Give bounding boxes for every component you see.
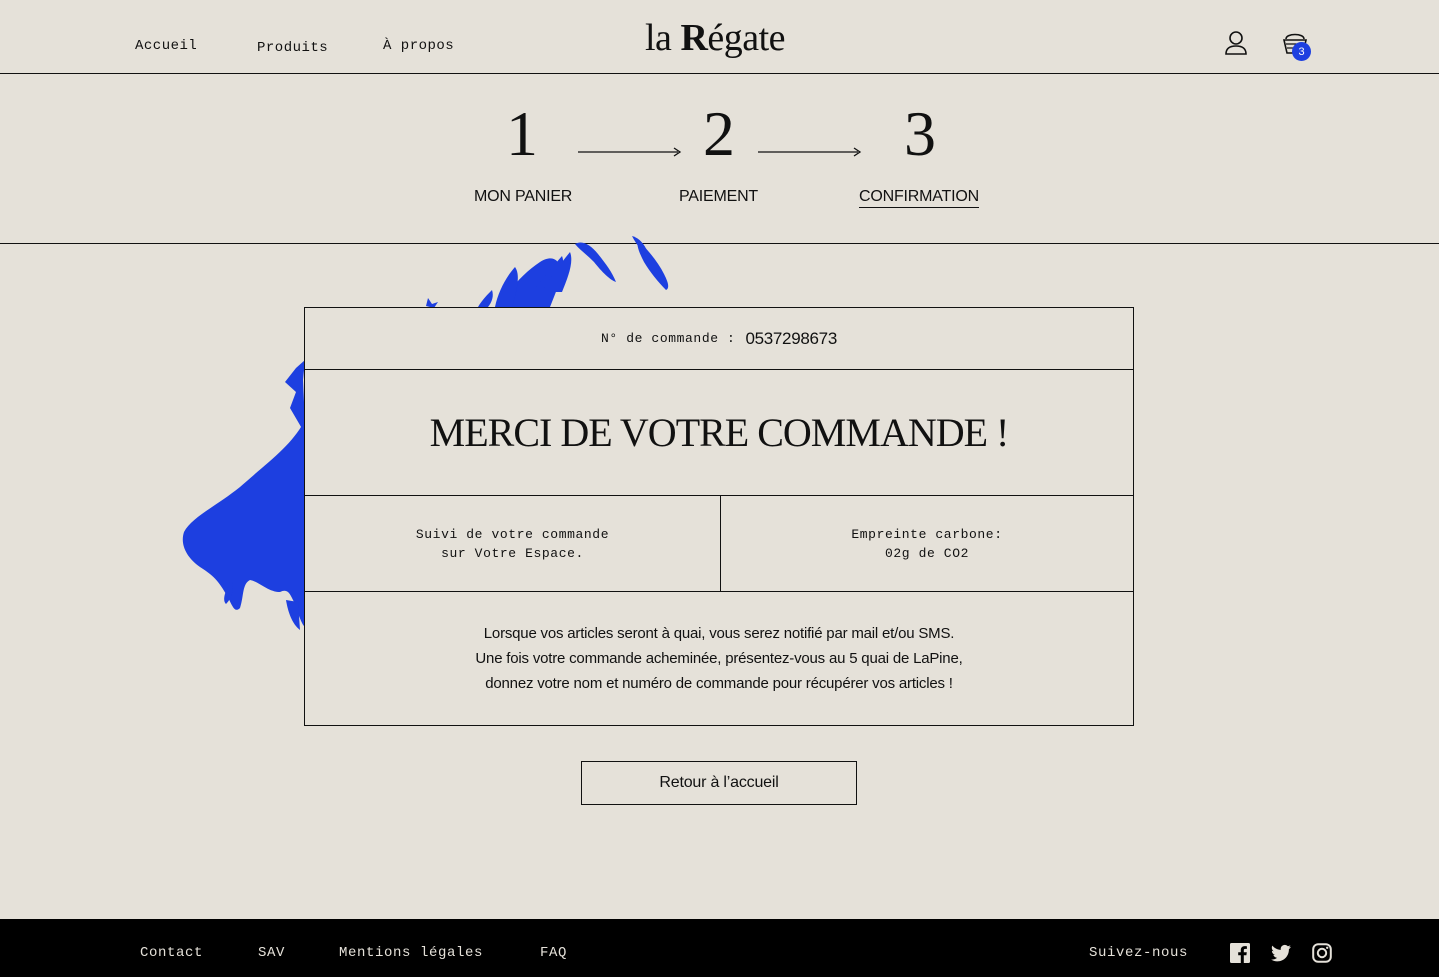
- logo-prefix: la: [645, 17, 681, 59]
- order-tracking-info: Suivi de votre commande sur Votre Espace…: [305, 496, 721, 591]
- facebook-icon[interactable]: [1230, 943, 1250, 963]
- pickup-message-line: Une fois votre commande acheminée, prése…: [475, 650, 963, 667]
- step-3-number: 3: [904, 98, 936, 169]
- step-1-label[interactable]: MON PANIER: [474, 188, 572, 206]
- logo-suffix: égate: [707, 17, 786, 59]
- instagram-icon[interactable]: [1312, 943, 1332, 963]
- back-to-home-button[interactable]: Retour à l’accueil: [581, 761, 857, 805]
- carbon-footprint-info: Empreinte carbone: 02g de CO2: [851, 526, 1003, 561]
- pickup-message-line: Lorsque vos articles seront à quai, vous…: [483, 625, 955, 642]
- order-number-label: N° de commande :: [601, 331, 736, 346]
- site-logo[interactable]: la Régate: [645, 16, 786, 60]
- order-number-row: N° de commande : 0537298673: [305, 308, 1133, 370]
- order-info-row: Suivi de votre commande sur Votre Espace…: [305, 496, 1133, 592]
- arrow-right-icon: [578, 147, 682, 157]
- follow-us-label: Suivez-nous: [1089, 945, 1189, 961]
- footer-link-mentions-legales[interactable]: Mentions légales: [339, 945, 483, 961]
- cart-count-badge: 3: [1292, 42, 1311, 61]
- footer-link-sav[interactable]: SAV: [258, 945, 285, 961]
- step-2-number: 2: [703, 98, 735, 169]
- page-title: MERCI DE VOTRE COMMANDE !: [429, 410, 1010, 455]
- nav-link-produits[interactable]: Produits: [257, 40, 328, 56]
- step-1-number: 1: [506, 98, 538, 169]
- pickup-message: Lorsque vos articles seront à quai, vous…: [305, 592, 1133, 725]
- thanks-row: MERCI DE VOTRE COMMANDE !: [305, 370, 1133, 496]
- twitter-icon[interactable]: [1271, 943, 1291, 963]
- site-header: Accueil Produits À propos la Régate 3: [0, 0, 1439, 74]
- checkout-stepper: 1 2 3 MON PANIER PAIEMENT CONFIRMATION: [0, 74, 1439, 244]
- site-footer: Contact SAV Mentions légales FAQ Suivez-…: [0, 919, 1439, 977]
- step-2-label[interactable]: PAIEMENT: [679, 188, 758, 206]
- order-number-value: 0537298673: [745, 328, 837, 348]
- nav-link-a-propos[interactable]: À propos: [383, 38, 454, 54]
- arrow-right-icon: [758, 147, 862, 157]
- footer-link-contact[interactable]: Contact: [140, 945, 203, 961]
- user-icon[interactable]: [1224, 30, 1248, 56]
- nav-link-accueil[interactable]: Accueil: [135, 38, 197, 54]
- logo-r: R: [680, 17, 708, 59]
- pickup-message-line: donnez votre nom et numéro de commande p…: [485, 675, 953, 692]
- footer-link-faq[interactable]: FAQ: [540, 945, 567, 961]
- step-3-label[interactable]: CONFIRMATION: [859, 188, 979, 208]
- order-confirmation-card: N° de commande : 0537298673 MERCI DE VOT…: [304, 307, 1134, 726]
